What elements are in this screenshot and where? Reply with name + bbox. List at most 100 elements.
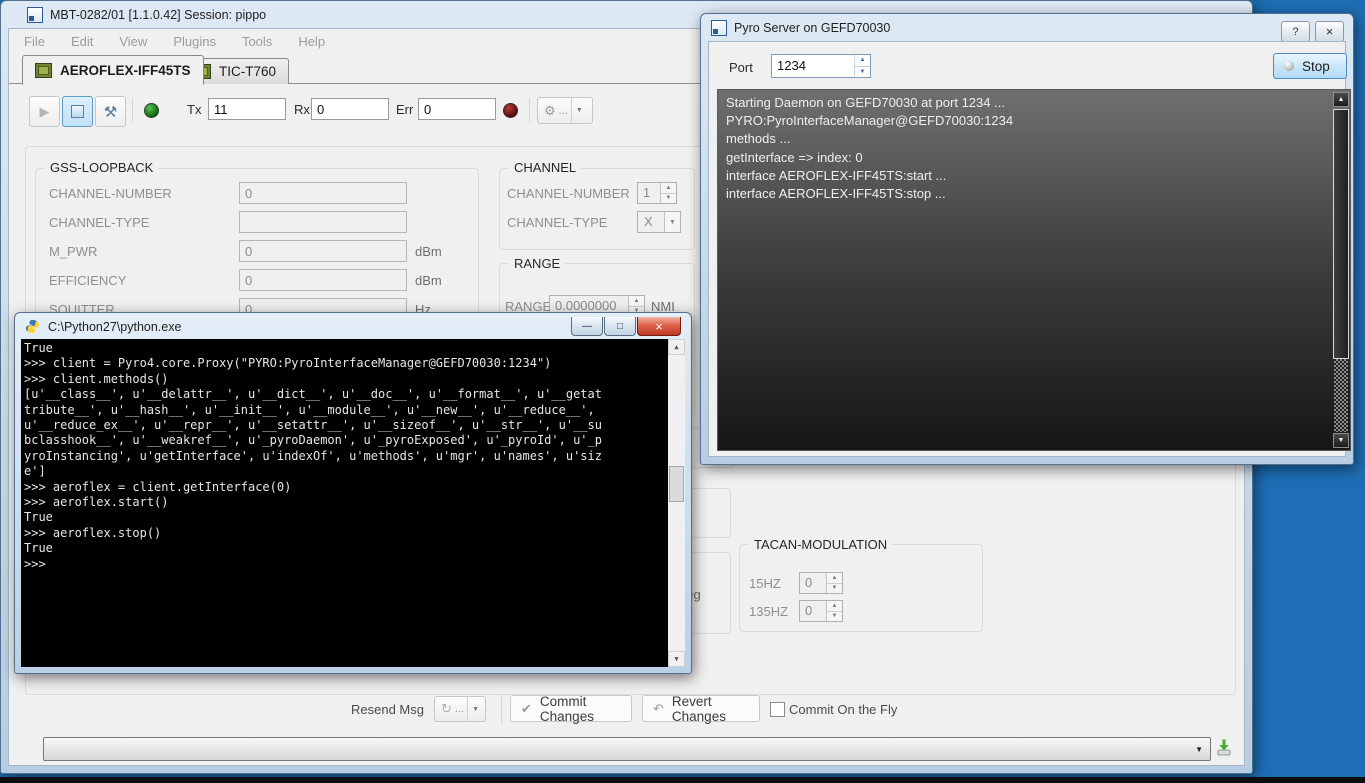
channel-number-spinner[interactable]: 1 ▲▼ bbox=[637, 182, 677, 204]
maximize-icon: □ bbox=[617, 321, 623, 332]
menu-file[interactable]: File bbox=[24, 34, 45, 49]
scroll-up-icon: ▲ bbox=[1338, 96, 1345, 103]
rx-label: Rx bbox=[294, 102, 310, 117]
tacan-15hz-label: 15HZ bbox=[749, 576, 781, 591]
channel-type-dropdown[interactable]: X ▼ bbox=[637, 211, 681, 233]
channel-type-value: X bbox=[638, 212, 664, 232]
maximize-button[interactable]: □ bbox=[604, 317, 636, 336]
undo-icon: ↶ bbox=[653, 701, 664, 717]
main-window-title: MBT-0282/01 [1.1.0.42] Session: pippo bbox=[50, 8, 266, 22]
tx-counter-field[interactable] bbox=[208, 98, 286, 120]
spin-down-icon[interactable]: ▼ bbox=[661, 194, 676, 204]
spin-up-icon[interactable]: ▲ bbox=[855, 55, 870, 67]
spin-down-icon[interactable]: ▼ bbox=[827, 584, 842, 594]
console-line: >>> client.methods() bbox=[24, 372, 667, 387]
scrollbar-track[interactable] bbox=[1334, 359, 1348, 432]
help-button[interactable]: ? bbox=[1281, 21, 1310, 42]
start-button[interactable]: ▶ bbox=[29, 96, 60, 127]
pyro-window: Pyro Server on GEFD70030 ? × Port 1234 ▲… bbox=[700, 13, 1354, 465]
menu-edit[interactable]: Edit bbox=[71, 34, 93, 49]
pyro-window-buttons: ? × bbox=[1276, 21, 1344, 42]
console-line: >>> client = Pyro4.core.Proxy("PYRO:Pyro… bbox=[24, 356, 667, 371]
settings-split-button[interactable]: ⚙ ... ▼ bbox=[537, 97, 593, 124]
settings-dropdown-arrow[interactable]: ▼ bbox=[571, 98, 587, 123]
python-console-scrollbar[interactable]: ▲ ▼ bbox=[668, 339, 685, 667]
pyro-window-titlebar[interactable]: Pyro Server on GEFD70030 bbox=[701, 14, 1353, 41]
bottom-separator bbox=[501, 694, 502, 724]
help-icon: ? bbox=[1292, 26, 1298, 38]
spin-down-icon[interactable]: ▼ bbox=[855, 67, 870, 78]
gss-mpwr-field[interactable] bbox=[239, 240, 407, 262]
gss-channel-type-field[interactable] bbox=[239, 211, 407, 233]
menu-tools[interactable]: Tools bbox=[242, 34, 272, 49]
python-console[interactable]: True >>> client = Pyro4.core.Proxy("PYRO… bbox=[21, 339, 685, 667]
link-status-led bbox=[144, 103, 159, 118]
console-line: >>> aeroflex.stop() bbox=[24, 526, 667, 541]
scroll-down-button[interactable]: ▼ bbox=[1333, 433, 1349, 448]
close-icon: × bbox=[1326, 24, 1334, 39]
spin-up-icon[interactable]: ▲ bbox=[827, 601, 842, 612]
pyro-console-scrollbar[interactable]: ▲ ▼ bbox=[1333, 91, 1349, 449]
gss-channel-number-field[interactable] bbox=[239, 182, 407, 204]
tacan-135hz-label: 135HZ bbox=[749, 604, 788, 619]
port-label: Port bbox=[729, 60, 753, 75]
spin-down-icon[interactable]: ▼ bbox=[827, 612, 842, 622]
revert-changes-label: Revert Changes bbox=[672, 694, 749, 724]
err-counter-field[interactable] bbox=[418, 98, 496, 120]
scroll-up-button[interactable]: ▲ bbox=[668, 339, 685, 355]
menu-view[interactable]: View bbox=[119, 34, 147, 49]
spin-up-icon[interactable]: ▲ bbox=[661, 183, 676, 194]
configure-button[interactable]: ⚒ bbox=[95, 96, 126, 127]
port-spinner[interactable]: 1234 ▲ ▼ bbox=[771, 54, 871, 78]
status-combobox[interactable]: ▼ bbox=[43, 737, 1211, 761]
revert-changes-button[interactable]: ↶ Revert Changes bbox=[642, 695, 760, 722]
gss-row-label: CHANNEL-NUMBER bbox=[49, 186, 172, 201]
tacan-135hz-spinner[interactable]: 0 ▲▼ bbox=[799, 600, 843, 622]
menu-plugins[interactable]: Plugins bbox=[173, 34, 216, 49]
console-line: >>> bbox=[24, 557, 667, 572]
scroll-down-button[interactable]: ▼ bbox=[668, 651, 685, 667]
tab-label: AEROFLEX-IFF45TS bbox=[60, 63, 191, 78]
commit-on-the-fly-checkbox[interactable] bbox=[770, 702, 785, 717]
pyro-log-console: Starting Daemon on GEFD70030 at port 123… bbox=[717, 89, 1351, 451]
console-line: True bbox=[24, 510, 667, 525]
rx-counter-field[interactable] bbox=[311, 98, 389, 120]
stop-icon bbox=[71, 105, 84, 118]
taskbar-edge bbox=[0, 777, 1365, 783]
log-line: methods ... bbox=[726, 130, 1328, 148]
gear-icon: ⚙ bbox=[538, 103, 556, 119]
python-window-title: C:\Python27\python.exe bbox=[48, 320, 181, 334]
chevron-down-icon: ▼ bbox=[664, 212, 680, 232]
tab-label: TIC-T760 bbox=[219, 64, 276, 79]
stop-server-button[interactable]: Stop bbox=[1273, 53, 1347, 79]
resend-split-button[interactable]: ↻ ... ▼ bbox=[434, 696, 486, 722]
tacan-15hz-spinner[interactable]: 0 ▲▼ bbox=[799, 572, 843, 594]
resend-dropdown-arrow[interactable]: ▼ bbox=[467, 697, 483, 721]
close-button[interactable]: × bbox=[1315, 21, 1344, 42]
commit-changes-button[interactable]: ✔ Commit Changes bbox=[510, 695, 632, 722]
process-icon bbox=[1284, 61, 1294, 71]
scroll-down-icon: ▼ bbox=[1338, 437, 1345, 444]
stop-button[interactable] bbox=[62, 96, 93, 127]
python-console-text: True >>> client = Pyro4.core.Proxy("PYRO… bbox=[24, 341, 667, 572]
scrollbar-thumb[interactable] bbox=[669, 466, 684, 502]
scroll-down-icon: ▼ bbox=[674, 655, 678, 663]
close-button[interactable]: × bbox=[637, 317, 681, 336]
save-log-button[interactable] bbox=[1215, 738, 1233, 756]
refresh-icon: ↻ bbox=[435, 701, 452, 717]
log-line: interface AEROFLEX-IFF45TS:start ... bbox=[726, 167, 1328, 185]
scroll-up-button[interactable]: ▲ bbox=[1333, 92, 1349, 107]
spin-up-icon[interactable]: ▲ bbox=[629, 296, 644, 307]
menu-help[interactable]: Help bbox=[298, 34, 325, 49]
console-line: e'] bbox=[24, 464, 667, 479]
check-icon: ✔ bbox=[521, 701, 532, 717]
close-icon: × bbox=[655, 319, 663, 334]
console-line: [u'__class__', u'__delattr__', u'__dict_… bbox=[24, 387, 667, 402]
spin-up-icon[interactable]: ▲ bbox=[827, 573, 842, 584]
gss-row-unit: dBm bbox=[415, 273, 442, 288]
minimize-button[interactable]: — bbox=[571, 317, 603, 336]
gss-efficiency-field[interactable] bbox=[239, 269, 407, 291]
port-value: 1234 bbox=[772, 55, 854, 77]
scrollbar-thumb[interactable] bbox=[1333, 109, 1349, 359]
tab-aeroflex-iff45ts[interactable]: AEROFLEX-IFF45TS bbox=[22, 55, 204, 85]
